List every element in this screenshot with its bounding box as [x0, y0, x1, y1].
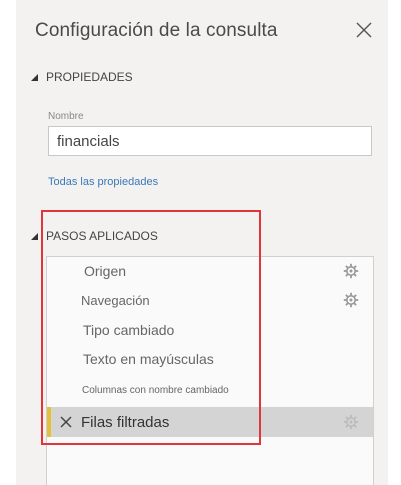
delete-step-icon[interactable]	[59, 415, 73, 429]
query-name-input[interactable]	[48, 126, 372, 156]
gear-icon[interactable]	[343, 414, 359, 430]
step-navegacion[interactable]: Navegación	[47, 287, 373, 313]
gear-icon[interactable]	[343, 292, 359, 308]
step-label: Origen	[84, 263, 127, 279]
step-filas-filtradas[interactable]: Filas filtradas	[47, 407, 373, 437]
close-icon	[356, 22, 372, 38]
properties-header-label: PROPIEDADES	[46, 70, 133, 84]
name-field-label: Nombre	[48, 111, 84, 122]
step-label: Columnas con nombre cambiado	[82, 384, 229, 396]
collapse-caret-icon[interactable]	[31, 73, 38, 81]
step-label: Filas filtradas	[81, 413, 170, 431]
applied-steps-list: Origen Navegación Tipo cambiado Texto en…	[46, 256, 374, 485]
step-label: Tipo cambiado	[83, 322, 175, 338]
collapse-caret-icon[interactable]	[31, 232, 38, 240]
panel-title: Configuración de la consulta	[35, 20, 278, 41]
all-properties-link[interactable]: Todas las propiedades	[48, 176, 158, 188]
close-button[interactable]	[354, 20, 374, 40]
applied-steps-section-header[interactable]: PASOS APLICADOS	[31, 229, 158, 243]
gear-icon[interactable]	[343, 263, 359, 279]
step-label: Texto en mayúsculas	[83, 351, 214, 367]
query-settings-panel: Configuración de la consulta PROPIEDADES…	[16, 0, 388, 485]
applied-steps-header-label: PASOS APLICADOS	[46, 229, 158, 243]
step-columnas-con-nombre-cambiado[interactable]: Columnas con nombre cambiado	[47, 377, 373, 403]
step-label: Navegación	[81, 292, 150, 308]
step-texto-en-mayusculas[interactable]: Texto en mayúsculas	[47, 346, 373, 372]
properties-section-header[interactable]: PROPIEDADES	[31, 70, 133, 84]
step-origen[interactable]: Origen	[47, 258, 373, 284]
step-tipo-cambiado[interactable]: Tipo cambiado	[47, 317, 373, 343]
